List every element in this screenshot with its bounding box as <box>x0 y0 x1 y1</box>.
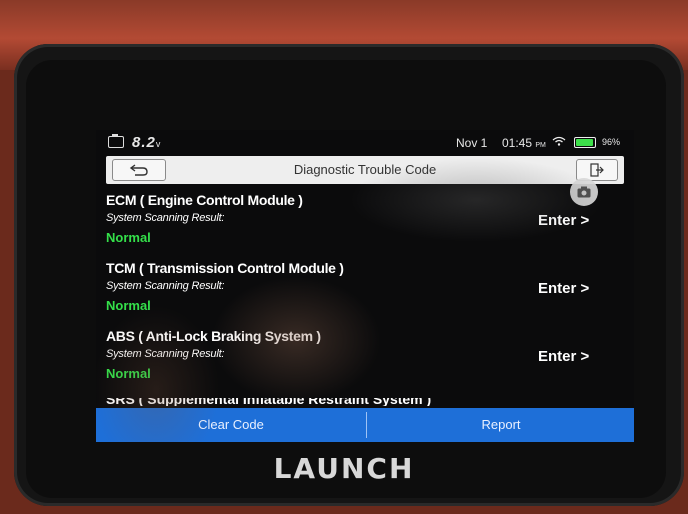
bottom-action-bar: Clear Code Report <box>96 408 634 442</box>
module-list: ECM ( Engine Control Module ) System Sca… <box>96 186 634 408</box>
report-button[interactable]: Report <box>368 408 634 442</box>
module-item-srs-partial[interactable]: SRS ( Supplemental Inflatable Restraint … <box>106 398 431 406</box>
enter-button-ecm[interactable]: Enter > <box>538 212 589 229</box>
scan-result-label: System Scanning Result: <box>106 348 225 360</box>
car-battery-icon <box>108 134 124 148</box>
status-date: Nov 1 <box>456 136 488 150</box>
divider <box>366 412 367 438</box>
brand-logo: LAUNCH <box>273 452 415 485</box>
module-item-ecm[interactable]: ECM ( Engine Control Module ) System Sca… <box>96 186 634 254</box>
scan-result-label: System Scanning Result: <box>106 280 225 292</box>
enter-button-abs[interactable]: Enter > <box>538 348 589 365</box>
module-name: SRS ( Supplemental Inflatable Restraint … <box>106 398 432 406</box>
clear-code-button[interactable]: Clear Code <box>96 408 366 442</box>
scan-result-status: Normal <box>106 366 151 381</box>
time-value: 01:45 <box>502 136 533 150</box>
page-title: Diagnostic Trouble Code <box>293 162 437 177</box>
module-name: ECM ( Engine Control Module ) <box>106 192 303 208</box>
voltage-readout: 8.2v <box>132 134 161 151</box>
enter-button-tcm[interactable]: Enter > <box>538 280 589 297</box>
exit-icon <box>590 163 604 177</box>
device-screen: 8.2v Nov 1 01:45 PM 96% Diagnostic Troub… <box>96 130 634 442</box>
status-bar: 8.2v Nov 1 01:45 PM 96% <box>96 130 634 156</box>
status-time: 01:45 PM <box>502 136 546 150</box>
module-item-tcm[interactable]: TCM ( Transmission Control Module ) Syst… <box>96 254 634 322</box>
voltage-value: 8.2 <box>132 134 156 151</box>
time-ampm: PM <box>535 142 546 149</box>
module-name: TCM ( Transmission Control Module ) <box>106 260 344 276</box>
wifi-icon <box>552 136 566 146</box>
module-name: ABS ( Anti-Lock Braking System ) <box>106 328 321 344</box>
battery-level-fill <box>576 139 594 146</box>
battery-icon <box>574 137 596 148</box>
scan-result-status: Normal <box>106 230 151 245</box>
scan-result-label: System Scanning Result: <box>106 212 225 224</box>
title-bar: Diagnostic Trouble Code <box>106 156 624 184</box>
voltage-unit: v <box>155 139 162 149</box>
scan-result-status: Normal <box>106 298 151 313</box>
module-item-abs[interactable]: ABS ( Anti-Lock Braking System ) System … <box>96 322 634 390</box>
battery-percent: 96% <box>602 137 621 147</box>
